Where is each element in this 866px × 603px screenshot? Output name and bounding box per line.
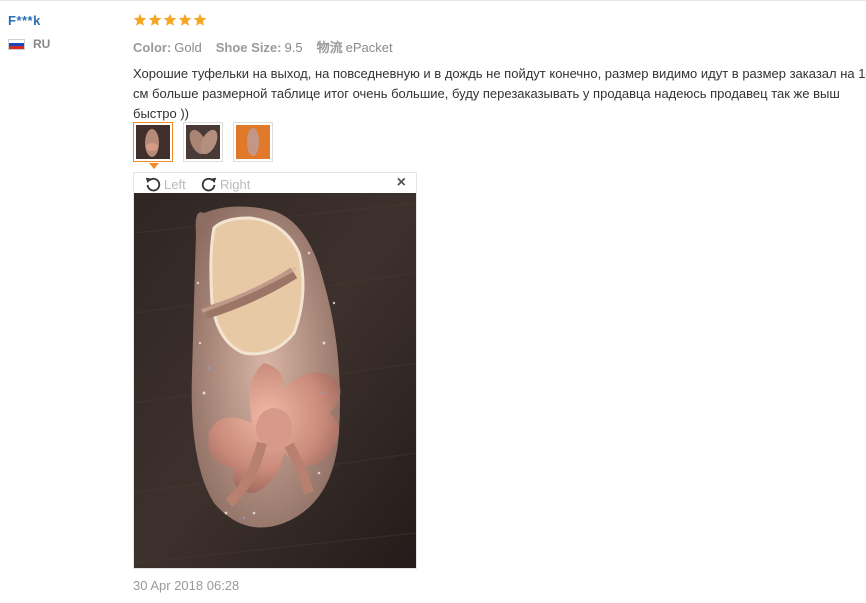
rotate-right-button[interactable]: Right: [200, 175, 250, 193]
shoe-photo-thumbnail-image: [136, 125, 170, 159]
rotate-right-label: Right: [220, 176, 251, 192]
photo-viewer: Left Right ×: [133, 172, 417, 569]
country-code: RU: [33, 37, 51, 51]
review-photo-large: [134, 193, 416, 568]
top-divider: [0, 0, 866, 1]
size-label: Shoe Size:: [215, 40, 282, 55]
shoe-photo-thumbnail-image: [236, 125, 270, 159]
rotate-left-button[interactable]: Left: [144, 175, 186, 193]
reviewer-name[interactable]: F***k: [8, 13, 50, 28]
reviewer-country: RU: [8, 37, 50, 51]
review-date: 30 Apr 2018 06:28: [133, 578, 240, 593]
review-text: Хорошие туфельки на выход, на повседневн…: [133, 66, 866, 121]
star-icon: [178, 13, 192, 26]
rotate-right-icon: [201, 177, 217, 192]
photo-thumbnail[interactable]: [233, 122, 273, 162]
photo-thumbnail[interactable]: [133, 122, 173, 162]
photo-thumbnail[interactable]: [183, 122, 223, 162]
close-viewer-button[interactable]: ×: [397, 174, 406, 192]
size-value: 9.5: [284, 40, 303, 55]
star-rating: [133, 11, 866, 29]
rotate-left-icon: [145, 177, 161, 192]
active-thumbnail-caret: [149, 163, 159, 169]
star-icon: [163, 13, 177, 26]
star-icon: [193, 13, 207, 26]
russia-flag-icon: [8, 38, 25, 50]
color-value: Gold: [174, 40, 202, 55]
review-photo-thumbnails: [133, 122, 273, 162]
review-body: Color: Gold Shoe Size: 9.5 物流 ePacket Хорошие…: [133, 11, 866, 124]
shoe-photo-thumbnail-image: [186, 125, 220, 159]
reviewer-info: F***k RU: [8, 13, 50, 51]
photo-viewer-toolbar: Left Right ×: [134, 173, 416, 193]
order-attributes: Color: Gold Shoe Size: 9.5 物流 ePacket: [133, 37, 866, 56]
star-icon: [148, 13, 162, 26]
rotate-left-label: Left: [164, 176, 186, 192]
color-label: Color:: [133, 40, 172, 55]
shipping-label: 物流: [316, 40, 343, 55]
shipping-value: ePacket: [345, 40, 393, 55]
star-icon: [133, 13, 147, 26]
